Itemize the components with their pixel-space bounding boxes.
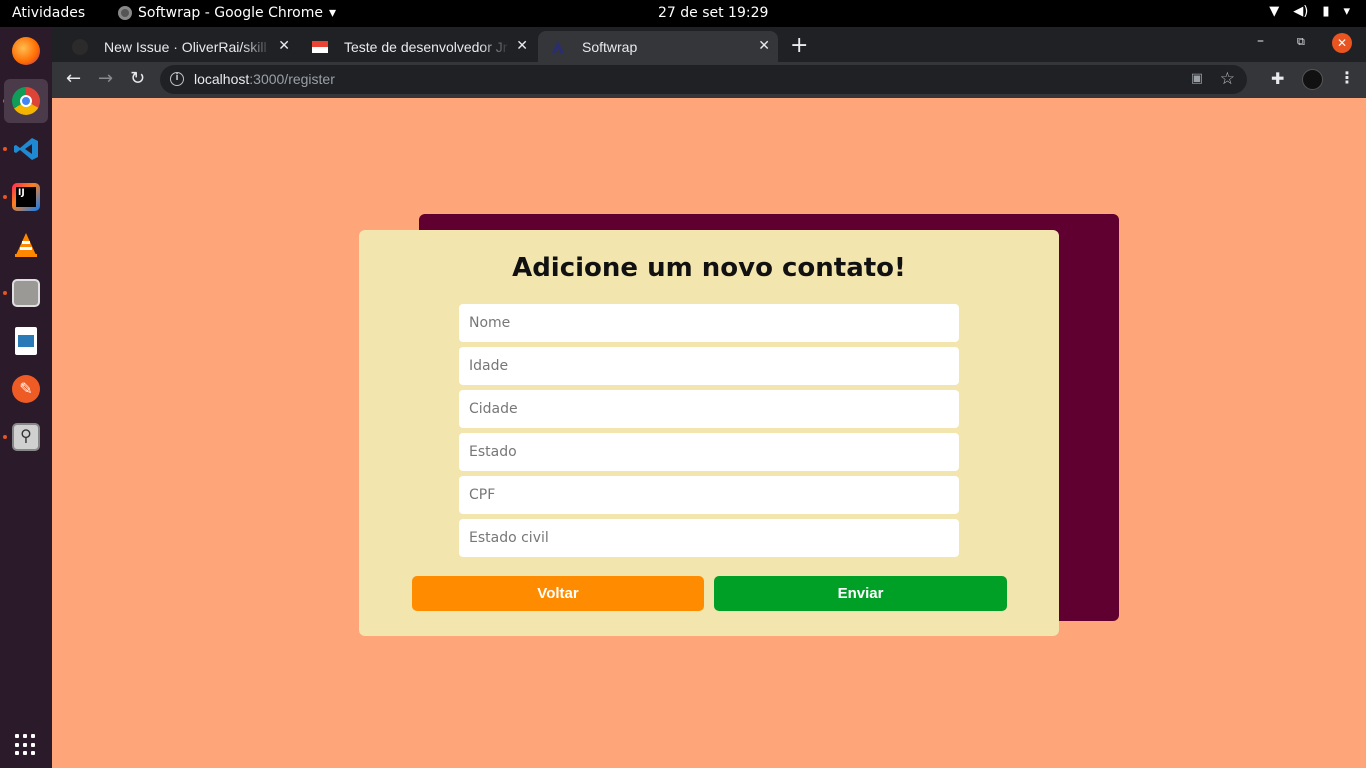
dock-writer[interactable]	[4, 319, 48, 363]
caret-down-icon: ▾	[328, 5, 337, 21]
dock-vscode[interactable]	[4, 127, 48, 171]
url-host: localhost	[194, 71, 250, 87]
postman-icon: ✎	[12, 375, 40, 403]
page-viewport: Adicione um novo contato! Voltar Enviar	[52, 98, 1366, 768]
send-button[interactable]: Enviar	[714, 576, 1007, 611]
url-path: :3000/register	[249, 71, 335, 87]
search-icon: ⚲	[12, 423, 40, 451]
app-menu[interactable]: Softwrap - Google Chrome ▾	[118, 5, 336, 21]
dock-postman[interactable]: ✎	[4, 367, 48, 411]
activities-button[interactable]: Atividades	[12, 5, 85, 21]
vscode-icon	[14, 138, 38, 160]
firefox-icon	[12, 37, 40, 65]
dock-vlc[interactable]	[4, 223, 48, 267]
city-input[interactable]	[459, 390, 959, 428]
back-button[interactable]: Voltar	[412, 576, 704, 611]
dock-chrome[interactable]	[4, 79, 48, 123]
dock-files[interactable]	[4, 271, 48, 315]
vlc-icon	[15, 233, 37, 257]
tab-strip: New Issue · OliverRai/skill ✕ Teste de d…	[52, 27, 1366, 62]
dock-intellij[interactable]: IJ	[4, 175, 48, 219]
browser-toolbar: ← → ↻ i localhost:3000/register ▣ ☆ ✚ ⋮	[52, 62, 1366, 98]
reload-icon[interactable]: ↻	[130, 68, 145, 89]
chrome-icon	[118, 6, 132, 20]
gmail-icon	[312, 41, 328, 53]
tab-gmail[interactable]: Teste de desenvolvedor Jr ✕	[300, 31, 536, 62]
chrome-icon	[12, 87, 40, 115]
tab-softwrap[interactable]: Softwrap ✕	[538, 31, 778, 62]
name-input[interactable]	[459, 304, 959, 342]
age-input[interactable]	[459, 347, 959, 385]
window-close-icon[interactable]: ✕	[1332, 33, 1352, 53]
forward-icon[interactable]: →	[98, 68, 113, 89]
close-icon[interactable]: ✕	[278, 37, 290, 54]
chevron-down-icon: ▾	[1343, 4, 1350, 19]
tab-title: Softwrap	[582, 38, 638, 55]
bookmark-star-icon[interactable]: ☆	[1220, 69, 1235, 89]
restore-icon[interactable]: ⧉	[1297, 35, 1305, 49]
marital-status-input[interactable]	[459, 519, 959, 557]
wifi-icon: ▼	[1269, 4, 1280, 19]
close-icon[interactable]: ✕	[516, 37, 528, 54]
kebab-menu-icon[interactable]: ⋮	[1339, 68, 1355, 87]
close-icon[interactable]: ✕	[758, 37, 770, 54]
dock: IJ ✎ ⚲	[0, 27, 52, 768]
writer-icon	[15, 327, 37, 355]
tab-fade	[242, 31, 272, 62]
system-top-bar: Atividades Softwrap - Google Chrome ▾ 27…	[0, 0, 1366, 27]
page-title: Adicione um novo contato!	[512, 253, 906, 283]
battery-icon: ▮	[1322, 4, 1330, 19]
show-apps-icon[interactable]	[15, 734, 37, 756]
volume-icon: ◀)	[1293, 4, 1309, 19]
state-input[interactable]	[459, 433, 959, 471]
intellij-icon: IJ	[12, 183, 40, 211]
address-bar[interactable]: i localhost:3000/register ▣ ☆	[160, 65, 1247, 94]
extensions-icon[interactable]: ✚	[1271, 69, 1284, 88]
tab-fade	[480, 31, 510, 62]
app-menu-label: Softwrap - Google Chrome	[138, 5, 323, 21]
new-tab-icon[interactable]: +	[790, 33, 808, 58]
translate-icon[interactable]: ▣	[1191, 71, 1203, 86]
github-icon	[72, 39, 88, 55]
info-icon[interactable]: i	[170, 72, 184, 86]
minimize-icon[interactable]: –	[1257, 33, 1264, 49]
dock-firefox[interactable]	[4, 29, 48, 73]
system-tray[interactable]: ▼ ◀) ▮ ▾	[1269, 4, 1350, 19]
clock[interactable]: 27 de set 19:29	[658, 5, 768, 21]
cpf-input[interactable]	[459, 476, 959, 514]
softwrap-icon	[552, 41, 564, 53]
files-icon	[12, 279, 40, 307]
profile-avatar[interactable]	[1302, 69, 1323, 90]
tab-github[interactable]: New Issue · OliverRai/skill ✕	[60, 31, 298, 62]
url-text[interactable]: localhost:3000/register	[194, 71, 335, 87]
register-form: Adicione um novo contato! Voltar Enviar	[359, 230, 1059, 636]
back-icon[interactable]: ←	[66, 68, 81, 89]
dock-search-app[interactable]: ⚲	[4, 415, 48, 459]
